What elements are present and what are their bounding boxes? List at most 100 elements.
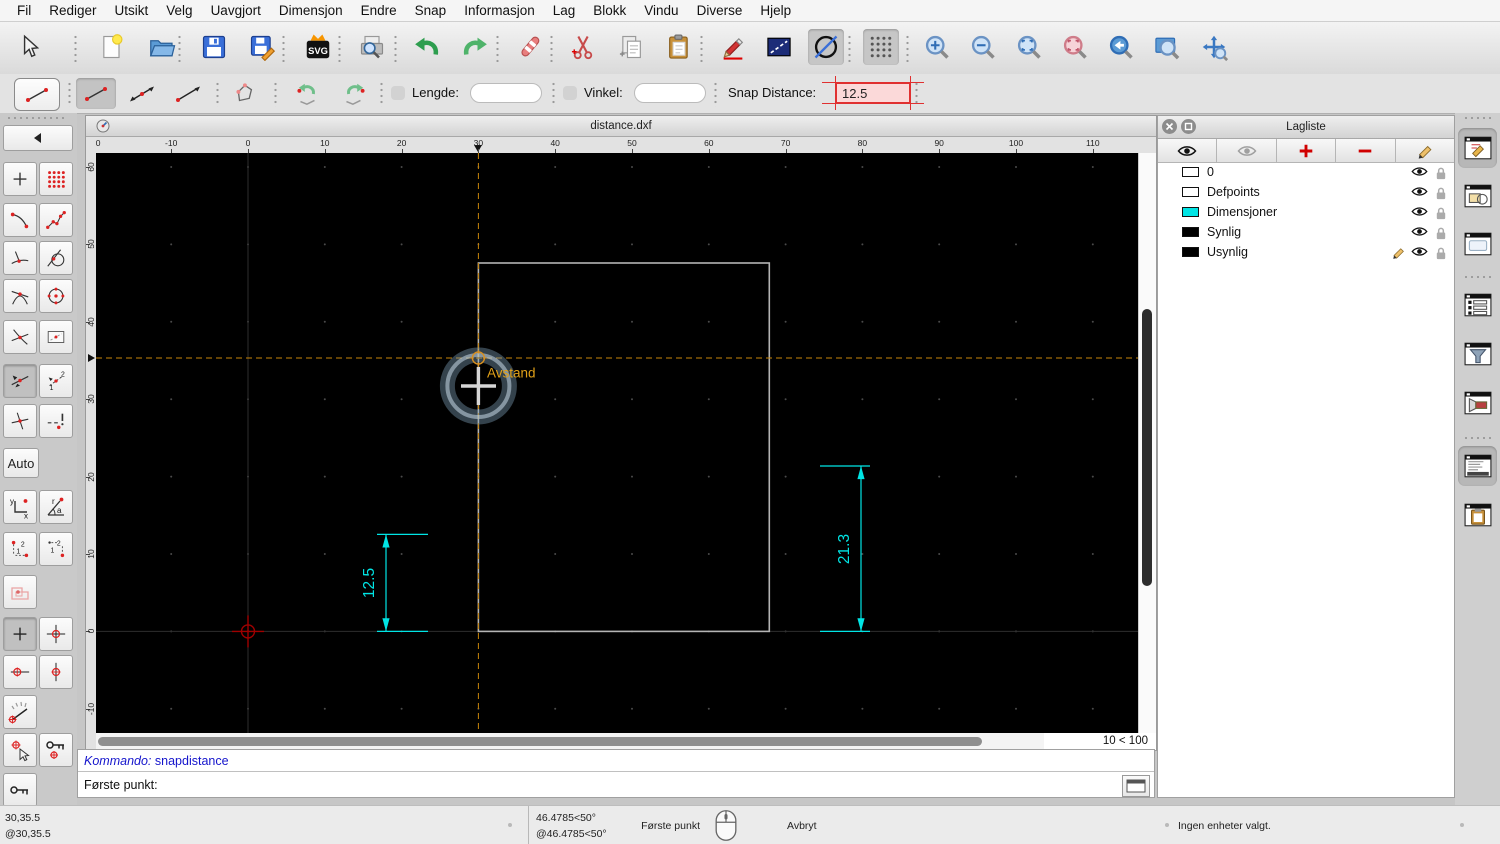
snap-center-button[interactable] bbox=[39, 279, 73, 313]
open-file-button[interactable] bbox=[144, 29, 180, 65]
snap-endpoints-button[interactable] bbox=[3, 203, 37, 237]
dimension-12-5[interactable]: 12.5 bbox=[361, 533, 428, 632]
cut-button[interactable] bbox=[565, 29, 601, 65]
layer-lock-icon[interactable] bbox=[1435, 246, 1447, 260]
snap-intersection-manual-button[interactable] bbox=[3, 404, 37, 438]
polyline-button[interactable] bbox=[226, 78, 266, 109]
snap-intersection-button[interactable] bbox=[3, 279, 37, 313]
horizontal-scrollbar[interactable] bbox=[96, 733, 1044, 750]
layer-row-2[interactable]: Dimensjoner bbox=[1158, 202, 1454, 222]
snap-free-button[interactable] bbox=[3, 162, 37, 196]
toggle-library-browser-button[interactable] bbox=[1458, 224, 1497, 264]
horizontal-scrollbar-thumb[interactable] bbox=[98, 737, 982, 746]
vinkel-input[interactable] bbox=[634, 83, 706, 103]
layer-lock-icon[interactable] bbox=[1435, 226, 1447, 240]
undo-button[interactable] bbox=[409, 29, 445, 65]
zoom-previous-button[interactable] bbox=[1103, 29, 1139, 65]
restrict-none-button[interactable] bbox=[3, 617, 37, 651]
layer-row-4[interactable]: Usynlig bbox=[1158, 242, 1454, 262]
ray-button[interactable] bbox=[168, 78, 208, 109]
restrict-vertical-button[interactable] bbox=[39, 655, 73, 689]
menu-item-blokk[interactable]: Blokk bbox=[584, 3, 635, 18]
toggle-command-window-button[interactable] bbox=[1122, 775, 1150, 797]
snap-xy-button[interactable]: y x bbox=[3, 490, 37, 524]
select-tool-button[interactable] bbox=[12, 29, 48, 65]
drawing-window-titlebar[interactable]: distance.dxf bbox=[86, 116, 1156, 137]
edit-layer-button[interactable] bbox=[1395, 139, 1455, 162]
toggle-command-line-button[interactable] bbox=[1458, 446, 1497, 486]
grid-toggle-button[interactable] bbox=[863, 29, 899, 65]
lock-relative-zero-button[interactable] bbox=[39, 733, 73, 767]
auto-button[interactable]: Auto bbox=[3, 448, 39, 478]
layer-row-1[interactable]: Defpoints bbox=[1158, 182, 1454, 202]
restrict-angle-button[interactable] bbox=[3, 695, 37, 729]
toggle-layer-list-button[interactable] bbox=[1458, 128, 1497, 168]
lengde-checkbox[interactable] bbox=[391, 86, 405, 100]
rectangle-entity[interactable] bbox=[477, 262, 771, 633]
vertical-scrollbar-thumb[interactable] bbox=[1142, 309, 1152, 586]
layer-lock-icon[interactable] bbox=[1435, 206, 1447, 220]
undo-segment-button[interactable] bbox=[288, 78, 328, 109]
menu-item-fil[interactable]: Fil bbox=[8, 3, 40, 18]
delete-button[interactable] bbox=[512, 29, 548, 65]
menu-item-velg[interactable]: Velg bbox=[157, 3, 201, 18]
menu-item-snap[interactable]: Snap bbox=[406, 3, 456, 18]
show-all-layers-button[interactable] bbox=[1158, 139, 1218, 162]
copy-button[interactable] bbox=[613, 29, 649, 65]
toggle-selection-filter-button[interactable] bbox=[1458, 334, 1497, 374]
toggle-clipboard-panel-button[interactable] bbox=[1458, 495, 1497, 535]
new-file-button[interactable] bbox=[94, 29, 130, 65]
drawing-preferences-button[interactable] bbox=[715, 29, 751, 65]
snap-distance-input[interactable]: 12.5 bbox=[836, 83, 910, 103]
zoom-auto-button[interactable] bbox=[1011, 29, 1047, 65]
restrict-horizontal-button[interactable] bbox=[3, 655, 37, 689]
menu-item-hjelp[interactable]: Hjelp bbox=[751, 3, 800, 18]
menu-item-informasjon[interactable]: Informasjon bbox=[455, 3, 544, 18]
menu-item-uavgjort[interactable]: Uavgjort bbox=[202, 3, 270, 18]
layer-visibility-icon[interactable] bbox=[1411, 245, 1428, 258]
snap-perpendicular-button[interactable] bbox=[3, 241, 37, 275]
menu-item-lag[interactable]: Lag bbox=[544, 3, 585, 18]
layer-lock-icon[interactable] bbox=[1435, 166, 1447, 180]
remove-layer-button[interactable] bbox=[1336, 139, 1396, 162]
add-layer-button[interactable] bbox=[1276, 139, 1337, 162]
zoom-pan-button[interactable] bbox=[1196, 29, 1232, 65]
snap-ortho2-button[interactable]: 1 2 bbox=[39, 532, 73, 566]
layer-lock-icon[interactable] bbox=[1435, 186, 1447, 200]
snap-on-entity-button[interactable] bbox=[39, 203, 73, 237]
palette-back-button[interactable] bbox=[3, 125, 73, 151]
menu-item-dimensjon[interactable]: Dimensjon bbox=[270, 3, 352, 18]
menu-item-endre[interactable]: Endre bbox=[352, 3, 406, 18]
ortho-off-button[interactable] bbox=[808, 29, 844, 65]
vinkel-checkbox[interactable] bbox=[563, 86, 577, 100]
current-tool-button[interactable] bbox=[14, 78, 60, 111]
zoom-in-button[interactable] bbox=[919, 29, 955, 65]
zoom-out-button[interactable] bbox=[965, 29, 1001, 65]
command-input[interactable]: Første punkt: bbox=[78, 771, 1154, 797]
save-button[interactable] bbox=[196, 29, 232, 65]
drawing-canvas[interactable]: 12.5 21.3 Avstand bbox=[93, 153, 1138, 733]
menu-item-utsikt[interactable]: Utsikt bbox=[106, 3, 158, 18]
snap-ortho1-button[interactable]: 1 2 bbox=[3, 532, 37, 566]
menu-item-rediger[interactable]: Rediger bbox=[40, 3, 105, 18]
unlock-relative-zero-button[interactable] bbox=[3, 773, 37, 807]
svg-export-button[interactable]: SVG bbox=[300, 29, 336, 65]
snap-reference-button[interactable] bbox=[39, 320, 73, 354]
snap-tangent-button[interactable] bbox=[39, 241, 73, 275]
toggle-property-editor-button[interactable] bbox=[1458, 285, 1497, 325]
menu-item-vindu[interactable]: Vindu bbox=[635, 3, 687, 18]
snap-auto-button[interactable] bbox=[3, 364, 37, 398]
snap-coordinate-button[interactable] bbox=[39, 404, 73, 438]
dimension-21-3[interactable]: 21.3 bbox=[820, 465, 870, 632]
detach-panel-button[interactable] bbox=[1181, 119, 1196, 134]
close-panel-button[interactable] bbox=[1162, 119, 1177, 134]
menu-item-diverse[interactable]: Diverse bbox=[688, 3, 752, 18]
toggle-view-panel-button[interactable] bbox=[1458, 383, 1497, 423]
layer-row-3[interactable]: Synlig bbox=[1158, 222, 1454, 242]
line-infinite-button[interactable] bbox=[122, 78, 162, 109]
toggle-block-list-button[interactable] bbox=[1458, 176, 1497, 216]
restrict-orthogonal-button[interactable] bbox=[39, 617, 73, 651]
snap-polar-button[interactable]: r a bbox=[39, 490, 73, 524]
snap-auto-intersection-button[interactable] bbox=[3, 320, 37, 354]
redo-button[interactable] bbox=[457, 29, 493, 65]
